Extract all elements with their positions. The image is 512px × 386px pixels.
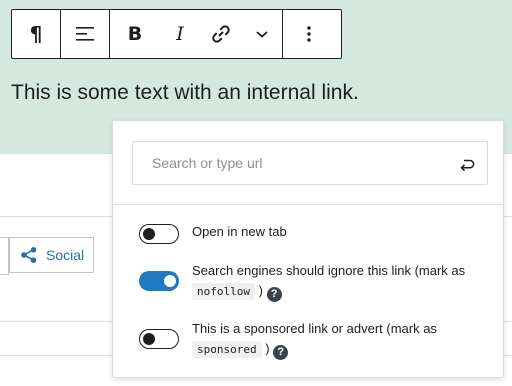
open-new-tab-toggle[interactable] xyxy=(139,224,179,244)
bold-button[interactable]: B xyxy=(110,10,160,58)
chevron-down-icon xyxy=(256,31,268,38)
tab-social[interactable]: Social xyxy=(9,237,94,273)
nofollow-code: nofollow xyxy=(192,283,255,300)
share-icon xyxy=(21,247,37,263)
link-icon xyxy=(212,25,230,43)
option-sponsored: This is a sponsored link or advert (mark… xyxy=(139,319,492,360)
paragraph-icon: ¶ xyxy=(29,22,43,46)
submit-enter-icon[interactable] xyxy=(457,154,477,174)
more-formats-button[interactable] xyxy=(242,10,282,58)
block-toolbar: ¶ B I xyxy=(11,9,342,59)
align-left-icon xyxy=(76,27,94,41)
bold-icon: B xyxy=(127,23,143,45)
link-button[interactable] xyxy=(200,10,242,58)
link-popover: Open in new tab Search engines should ig… xyxy=(112,120,504,378)
italic-icon: I xyxy=(176,23,184,45)
nofollow-toggle[interactable] xyxy=(139,271,179,291)
option-label: This is a sponsored link or advert (mark… xyxy=(192,321,437,360)
options-group xyxy=(282,10,335,58)
paragraph-block-button[interactable]: ¶ xyxy=(12,10,60,58)
sponsored-toggle[interactable] xyxy=(139,329,179,349)
help-icon[interactable]: ? xyxy=(273,345,289,360)
option-nofollow: Search engines should ignore this link (… xyxy=(139,261,492,302)
paragraph-text[interactable]: This is some text with an internal link. xyxy=(11,81,359,105)
option-label: Search engines should ignore this link (… xyxy=(192,263,466,302)
align-button[interactable] xyxy=(61,10,109,58)
tab-social-label: Social xyxy=(46,247,85,263)
option-open-new-tab: Open in new tab xyxy=(139,222,492,244)
italic-button[interactable]: I xyxy=(160,10,200,58)
option-label: Open in new tab xyxy=(192,224,287,239)
sponsored-code: sponsored xyxy=(192,341,262,358)
url-search-input[interactable] xyxy=(150,154,454,172)
help-icon[interactable]: ? xyxy=(266,287,282,302)
more-vertical-icon xyxy=(307,26,311,42)
alignment-group xyxy=(60,10,109,58)
format-group: B I xyxy=(109,10,282,58)
popover-divider xyxy=(113,204,503,205)
url-search-field xyxy=(132,141,488,185)
more-options-button[interactable] xyxy=(283,10,335,58)
tab-previous[interactable] xyxy=(0,237,9,275)
block-type-group: ¶ xyxy=(12,10,60,58)
